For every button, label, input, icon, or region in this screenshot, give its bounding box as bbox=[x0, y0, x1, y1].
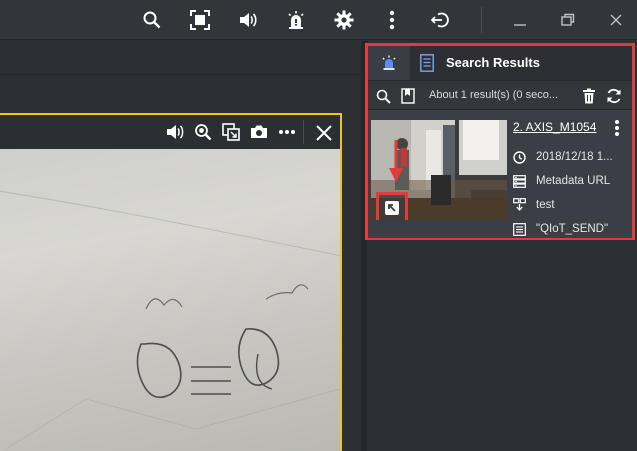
gear-icon[interactable] bbox=[332, 8, 356, 32]
refresh-icon[interactable] bbox=[606, 88, 622, 104]
open-playback-icon bbox=[385, 201, 399, 215]
toolbar-separator bbox=[481, 7, 482, 33]
results-count: About 1 result(s) (0 seco... bbox=[429, 89, 558, 101]
alarm-tab[interactable] bbox=[368, 46, 410, 80]
search-icon[interactable] bbox=[375, 88, 391, 104]
result-metadata-label: Metadata URL bbox=[536, 175, 611, 187]
live-view-tab-bar bbox=[0, 41, 361, 75]
video-toolbar bbox=[0, 115, 340, 149]
alarm-icon[interactable] bbox=[284, 8, 308, 32]
app-window: Search Results About 1 result(s) (0 seco… bbox=[0, 0, 637, 451]
result-metadata-row: Metadata URL bbox=[512, 172, 632, 190]
result-content: "QIoT_SEND" bbox=[536, 223, 609, 235]
top-toolbar bbox=[0, 0, 637, 40]
clock-icon bbox=[512, 150, 526, 164]
more-vertical-icon[interactable] bbox=[380, 8, 404, 32]
text-content-icon bbox=[512, 222, 526, 236]
close-icon[interactable] bbox=[312, 121, 336, 145]
fullscreen-icon[interactable] bbox=[188, 8, 212, 32]
metadata-icon bbox=[512, 174, 526, 188]
results-toolbar: About 1 result(s) (0 seco... bbox=[368, 80, 632, 110]
results-header: Search Results bbox=[368, 46, 632, 80]
live-view-pane bbox=[0, 41, 361, 451]
video-tile[interactable] bbox=[0, 113, 342, 451]
result-timestamp: 2018/12/18 1... bbox=[536, 151, 613, 163]
logout-icon[interactable] bbox=[428, 8, 452, 32]
alarm-icon bbox=[382, 55, 396, 70]
result-event-row: test bbox=[512, 196, 632, 214]
zoom-icon[interactable] bbox=[193, 122, 213, 142]
document-list-icon bbox=[420, 54, 434, 72]
video-stream bbox=[0, 149, 340, 451]
side-panel: Search Results About 1 result(s) (0 seco… bbox=[365, 41, 637, 451]
results-title: Search Results bbox=[446, 55, 540, 70]
search-icon[interactable] bbox=[140, 8, 164, 32]
search-results-panel: Search Results About 1 result(s) (0 seco… bbox=[365, 43, 635, 240]
bookmark-icon[interactable] bbox=[400, 88, 416, 104]
snapshot-region-icon[interactable] bbox=[221, 122, 241, 142]
result-card[interactable]: 2. AXIS_M1054 2018/12/18 1... Metadata U… bbox=[368, 110, 632, 238]
result-event-name: test bbox=[536, 199, 555, 211]
result-timestamp-row: 2018/12/18 1... bbox=[512, 148, 632, 166]
minimize-icon[interactable] bbox=[508, 8, 532, 32]
result-content-row: "QIoT_SEND" bbox=[512, 220, 632, 238]
event-rule-icon bbox=[512, 198, 526, 212]
volume-icon[interactable] bbox=[165, 122, 185, 142]
restore-icon[interactable] bbox=[556, 8, 580, 32]
result-title-link[interactable]: 2. AXIS_M1054 bbox=[513, 120, 596, 134]
more-horizontal-icon[interactable] bbox=[277, 122, 297, 142]
volume-icon[interactable] bbox=[236, 8, 260, 32]
camera-icon[interactable] bbox=[249, 122, 269, 142]
toolbar-divider bbox=[303, 120, 304, 144]
result-thumbnail[interactable] bbox=[371, 120, 507, 220]
red-arrow-annotation bbox=[389, 140, 403, 182]
more-vertical-icon[interactable] bbox=[611, 118, 623, 138]
close-icon[interactable] bbox=[604, 8, 628, 32]
playback-button[interactable] bbox=[376, 192, 408, 220]
trash-icon[interactable] bbox=[581, 88, 597, 104]
